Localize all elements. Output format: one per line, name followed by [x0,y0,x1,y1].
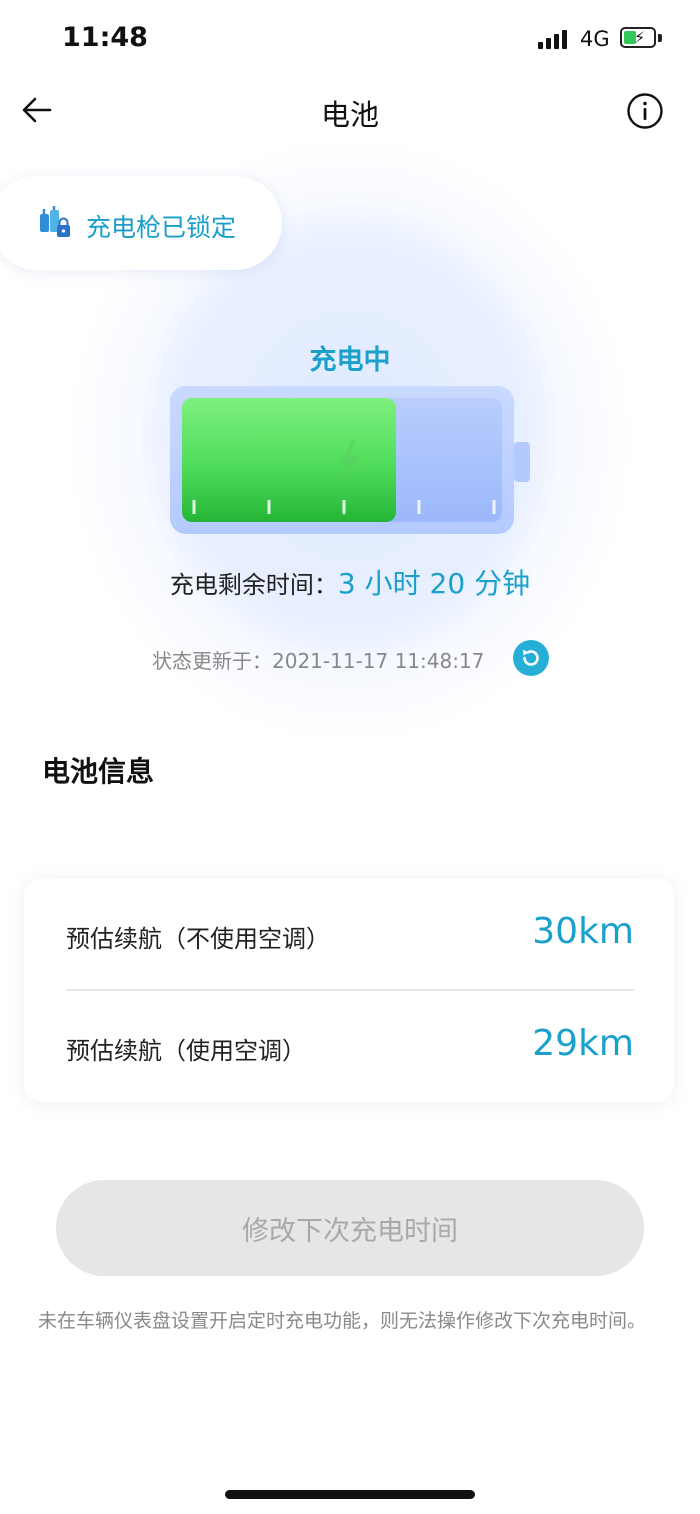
charger-lock-icon [38,206,72,240]
page-title: 电池 [320,98,379,132]
home-indicator[interactable] [225,1490,475,1499]
info-button[interactable] [626,92,664,130]
refresh-icon [513,640,549,676]
charging-state-label: 充电中 [309,345,391,376]
remaining-time-label: 充电剩余时间： [169,571,338,599]
range-with-ac-value: 29km [532,1023,634,1064]
lock-status-text: 充电枪已锁定 [86,213,237,242]
card-divider [66,989,634,991]
range-no-ac-label: 预估续航（不使用空调） [66,925,330,953]
battery-fill-level [182,398,396,522]
battery-level-graphic [168,384,540,536]
status-battery-icon: ⚡ [620,27,656,48]
network-type: 4G [580,27,610,51]
range-no-ac-value: 30km [532,911,634,952]
status-updated-time: 状态更新于：2021-11-17 11:48:17 [152,649,485,673]
remaining-time-value: 3 小时 20 分钟 [337,567,531,600]
range-with-ac-label: 预估续航（使用空调） [66,1037,306,1065]
status-battery-tip [658,34,662,42]
remaining-time: 充电剩余时间：3 小时 20 分钟 [0,562,700,602]
status-time: 11:48 [62,22,148,53]
info-icon [627,93,663,129]
refresh-button[interactable] [512,639,550,677]
cellular-signal-icon [538,29,570,49]
modify-next-charge-time-button[interactable]: 修改下次充电时间 [56,1180,644,1276]
section-title-battery-info: 电池信息 [42,755,155,788]
scheduled-charge-note: 未在车辆仪表盘设置开启定时充电功能，则无法操作修改下次充电时间。 [38,1310,647,1332]
